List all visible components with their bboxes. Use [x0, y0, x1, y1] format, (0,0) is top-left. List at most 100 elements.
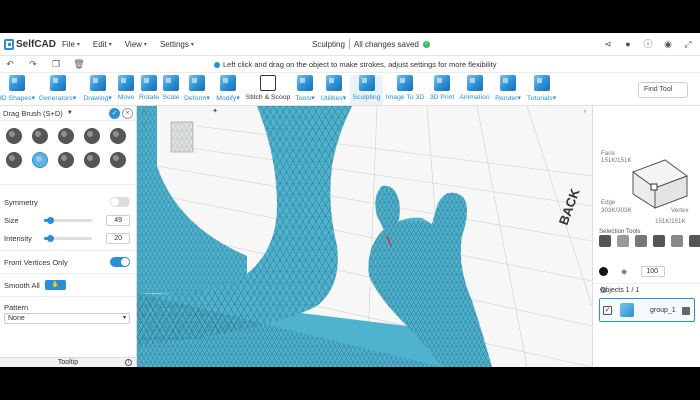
intensity-slider[interactable] — [44, 234, 92, 242]
collapse-left-icon[interactable]: ‹ — [140, 122, 148, 130]
brush-header[interactable]: Drag Brush (S+D) ▼ ✓ × — [0, 106, 136, 121]
opacity-input[interactable]: 100 — [641, 266, 665, 277]
mode-status: Sculpting All changes saved ✓ — [312, 39, 430, 49]
menu-file[interactable]: File ▾ — [62, 40, 80, 49]
collapse-right-icon[interactable]: › — [581, 108, 589, 116]
brush-option[interactable] — [58, 128, 74, 144]
select-object-icon[interactable] — [599, 235, 611, 247]
copy-icon[interactable]: ❐ — [50, 59, 62, 70]
info-icon[interactable]: i — [125, 359, 132, 366]
redo-icon[interactable]: ↷ — [27, 59, 39, 70]
tool-generators[interactable]: Generators▾ — [37, 75, 78, 105]
stitch-icon — [260, 75, 276, 91]
size-input[interactable]: 49 — [106, 214, 130, 226]
layers-icon[interactable]: ◈ — [621, 267, 631, 277]
menu-settings[interactable]: Settings ▾ — [160, 40, 194, 49]
smooth-all-row: Smooth All ✋ — [4, 279, 130, 291]
brush-title: Drag Brush (S+D) — [3, 108, 63, 118]
menu-view[interactable]: View ▾ — [125, 40, 147, 49]
pattern-select[interactable]: None ▾ — [4, 313, 130, 324]
tool-stitch-scoop[interactable]: Stitch & Scoop — [245, 75, 291, 105]
brush-option-selected[interactable] — [32, 152, 48, 168]
modify-icon — [220, 75, 236, 91]
brush-option[interactable] — [84, 128, 100, 144]
object-list-item[interactable]: ✓ group_1 — [599, 298, 695, 322]
tool-sculpting[interactable]: Sculpting — [350, 75, 383, 105]
tool-modify[interactable]: Modify▾ — [214, 75, 242, 105]
find-tool-input[interactable]: Find Tool — [638, 82, 688, 98]
select-face-icon[interactable] — [617, 235, 629, 247]
home-icon[interactable]: ⌂ — [140, 108, 148, 116]
cube-icon — [8, 75, 25, 91]
delete-icon[interactable]: 🗑 — [73, 59, 85, 70]
tool-deform[interactable]: Deform▾ — [183, 75, 211, 105]
tool-drawing[interactable]: Drawing▾ — [81, 75, 114, 105]
symmetry-toggle[interactable] — [110, 197, 130, 207]
tool-utilities[interactable]: Utilities▾ — [318, 75, 349, 105]
close-button[interactable]: × — [122, 108, 133, 119]
select-area-icon[interactable] — [671, 235, 683, 247]
brush-option[interactable] — [110, 152, 126, 168]
symmetry-label: Symmetry — [4, 197, 38, 207]
fullscreen-icon[interactable]: ⤢ — [682, 38, 694, 50]
check-icon: ✓ — [422, 40, 430, 48]
objects-header: Objects 1 / 1 ⌕ ⚙ — [593, 283, 700, 296]
selfcad-window: SelfCAD File ▾ Edit ▾ View ▾ Settings ▾ Scul… — [0, 33, 700, 367]
mode-label: Sculpting — [312, 39, 345, 49]
chevron-down-icon: ▾ — [76, 41, 80, 48]
caret-down-icon: ▼ — [66, 110, 73, 116]
selection-tools-label: Selection Tools — [599, 228, 641, 235]
tool-move[interactable]: Move — [116, 75, 136, 105]
color-swatch[interactable] — [599, 267, 608, 276]
tooltip-bar[interactable]: Tooltip i — [0, 357, 136, 367]
share-icon[interactable]: ⋖ — [602, 38, 614, 50]
tool-3d-print[interactable]: 3D Print — [428, 75, 456, 105]
undo-icon[interactable]: ↶ — [4, 59, 16, 70]
tool-image-to-3d[interactable]: Image To 3D — [384, 75, 426, 105]
smooth-all-button[interactable]: ✋ — [45, 280, 66, 290]
view-cube-small[interactable] — [170, 121, 194, 153]
chevron-down-icon: ▾ — [122, 315, 126, 321]
tool-tools[interactable]: Tools▾ — [294, 75, 316, 105]
confirm-button[interactable]: ✓ — [109, 108, 120, 119]
user-icon[interactable]: ◉ — [662, 38, 674, 50]
brush-option[interactable] — [58, 152, 74, 168]
tool-tutorials[interactable]: Tutorials▾ — [524, 75, 559, 105]
tool-animation[interactable]: Animation — [457, 75, 492, 105]
tool-scale[interactable]: Scale — [162, 75, 180, 105]
front-vertices-toggle[interactable] — [110, 257, 130, 267]
selfcad-logo[interactable]: SelfCAD — [4, 38, 56, 50]
brush-option[interactable] — [32, 128, 48, 144]
hint-message: Left click and drag on the object to mak… — [214, 60, 496, 69]
select-edge-icon[interactable] — [635, 235, 647, 247]
menu-edit[interactable]: Edit ▾ — [93, 40, 112, 49]
tool-rotate[interactable]: Rotate — [138, 75, 160, 105]
intensity-input[interactable]: 20 — [106, 232, 130, 244]
front-vertices-row: Front Vertices Only — [4, 256, 130, 268]
select-vertex-icon[interactable] — [653, 235, 665, 247]
size-slider[interactable] — [44, 216, 92, 224]
view-cube-icon[interactable] — [627, 154, 691, 210]
visibility-checkbox[interactable]: ✓ — [603, 306, 612, 315]
tool-render[interactable]: Render▾ — [494, 75, 522, 105]
brush-option[interactable] — [110, 128, 126, 144]
scene-render[interactable]: BACK — [137, 106, 592, 367]
edge-label: Edge — [601, 199, 616, 206]
brush-option[interactable] — [84, 152, 100, 168]
light-icon[interactable]: ✦ — [211, 108, 219, 116]
info-icon[interactable]: ⓘ — [642, 38, 654, 50]
tool-3d-shapes[interactable]: 3D Shapes▾ — [0, 75, 35, 105]
select-all-icon[interactable] — [689, 235, 700, 247]
image-icon — [397, 75, 413, 91]
3d-viewport[interactable]: BACK ⌂ ‹ ✦ › — [137, 106, 592, 367]
lightbulb-icon — [214, 61, 220, 68]
history-icons: ↶ ↷ ❐ 🗑 — [4, 59, 96, 70]
object-name: group_1 — [650, 307, 676, 314]
play-icon — [533, 75, 550, 91]
brush-option[interactable] — [6, 152, 22, 168]
bell-icon[interactable]: ● — [622, 38, 634, 50]
gear-icon[interactable]: ⚙ — [600, 286, 609, 295]
copy-icon[interactable] — [682, 307, 690, 315]
rotate-icon — [141, 75, 157, 91]
brush-option[interactable] — [6, 128, 22, 144]
